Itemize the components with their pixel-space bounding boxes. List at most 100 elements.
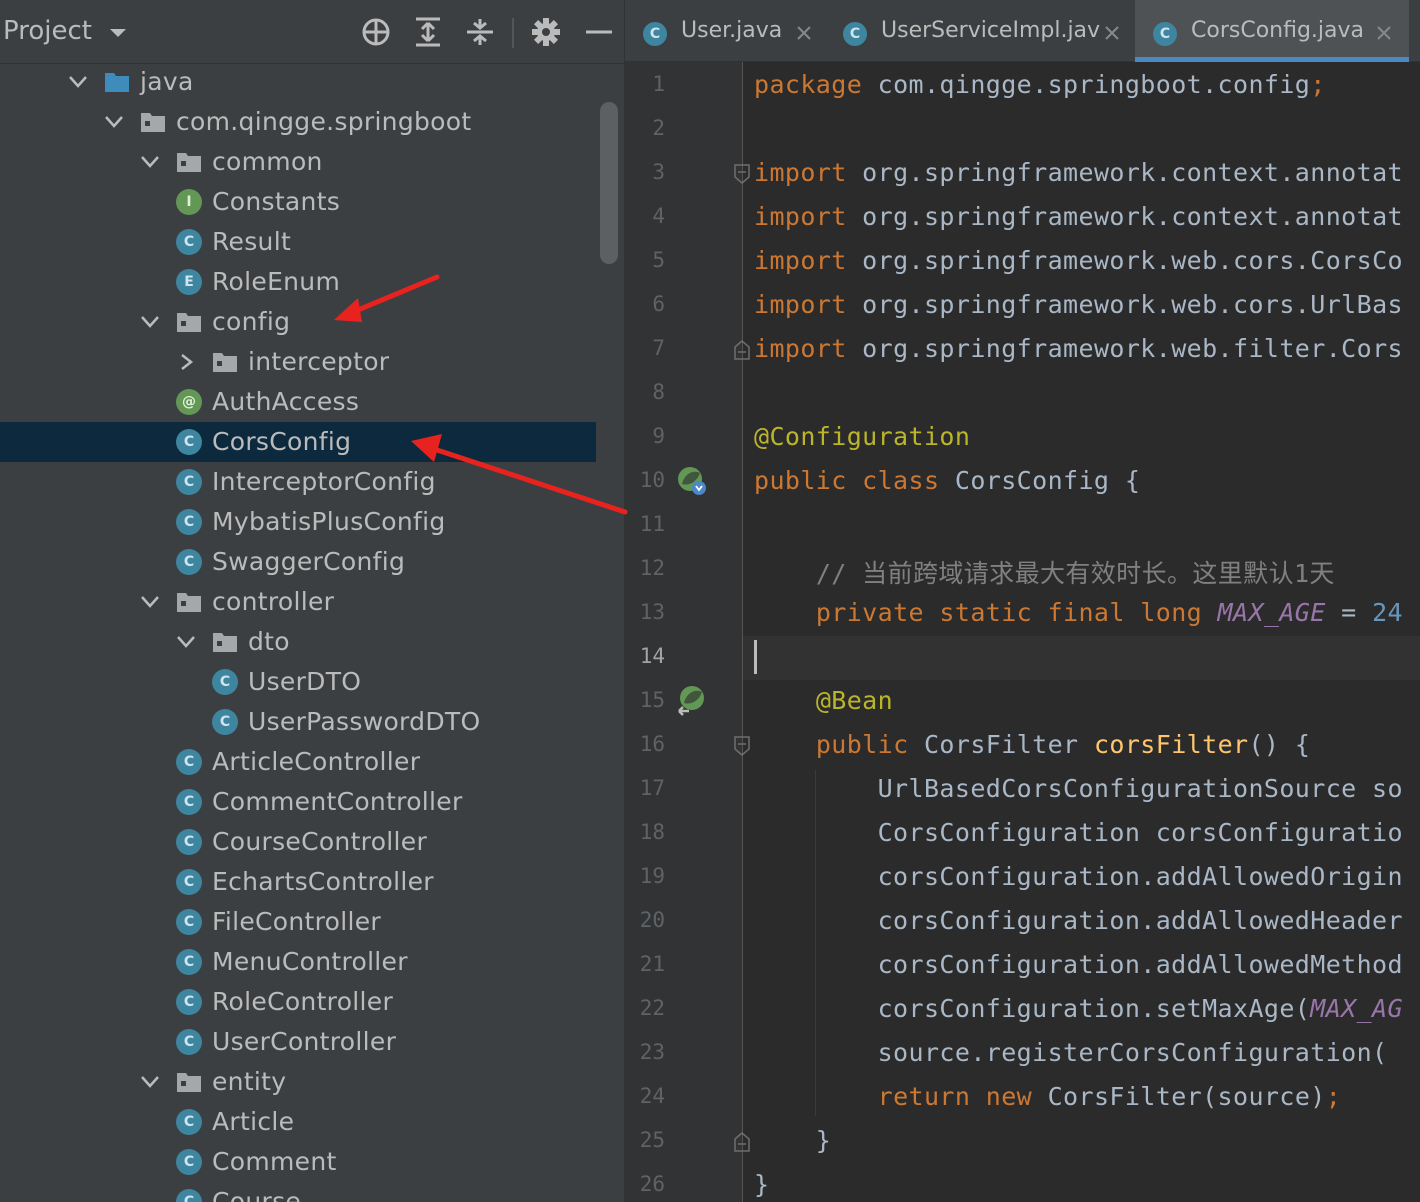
project-panel-title[interactable]: Project (3, 16, 92, 46)
tree-item-config[interactable]: config (0, 302, 596, 342)
fold-end-icon[interactable] (733, 1131, 751, 1153)
gear-icon[interactable] (529, 15, 563, 49)
tab-label: User.java (681, 18, 783, 43)
tab-corsconfig-java[interactable]: C CorsConfig.java (1135, 0, 1409, 62)
tree-item-label: common (212, 147, 323, 176)
toolbar-separator (512, 18, 514, 48)
tree-item-label: InterceptorConfig (212, 467, 436, 496)
tree-item-comment[interactable]: C Comment (0, 1142, 596, 1182)
chevron-down-icon[interactable] (176, 634, 196, 650)
line-number: 4 (652, 204, 665, 228)
tree-item-common[interactable]: common (0, 142, 596, 182)
tree-item-coursecontroller[interactable]: C CourseController (0, 822, 596, 862)
spring-bean-icon[interactable] (675, 684, 709, 718)
minimize-icon[interactable] (582, 15, 616, 49)
class-icon: C (176, 1109, 202, 1135)
tree-item-interceptor[interactable]: interceptor (0, 342, 596, 382)
tree-item-interceptorconfig[interactable]: C InterceptorConfig (0, 462, 596, 502)
interface-icon: I (176, 189, 202, 215)
tree-item-label: Course (212, 1187, 302, 1202)
tree-item-label: UserDTO (248, 667, 362, 696)
chevron-down-icon[interactable] (68, 74, 88, 90)
tree-item-swaggerconfig[interactable]: C SwaggerConfig (0, 542, 596, 582)
tab-user-java[interactable]: C User.java (625, 0, 825, 62)
code-token: import (754, 158, 863, 187)
tree-item-usercontroller[interactable]: C UserController (0, 1022, 596, 1062)
tree-item-java[interactable]: java (0, 62, 596, 102)
tab-userserviceimpl-java[interactable]: C UserServiceImpl.jav (825, 0, 1135, 62)
chevron-down-icon[interactable] (108, 26, 128, 40)
chevron-down-icon[interactable] (140, 314, 160, 330)
tree-item-articlecontroller[interactable]: C ArticleController (0, 742, 596, 782)
code-token: MAX_AGE (1217, 598, 1326, 627)
chevron-down-icon[interactable] (140, 1074, 160, 1090)
tree-scrollbar[interactable] (600, 102, 618, 264)
tree-item-controller[interactable]: controller (0, 582, 596, 622)
tree-item-label: com.qingge.springboot (176, 107, 472, 136)
code-line: } (754, 1170, 769, 1199)
code-token: } (754, 1126, 832, 1155)
tree-item-article[interactable]: C Article (0, 1102, 596, 1142)
line-number: 24 (639, 1084, 665, 1108)
tree-item-commentcontroller[interactable]: C CommentController (0, 782, 596, 822)
line-number: 16 (639, 732, 665, 756)
tree-item-filecontroller[interactable]: C FileController (0, 902, 596, 942)
tree-item-result[interactable]: C Result (0, 222, 596, 262)
tree-item-menucontroller[interactable]: C MenuController (0, 942, 596, 982)
tree-item-dto[interactable]: dto (0, 622, 596, 662)
tree-item-userdto[interactable]: C UserDTO (0, 662, 596, 702)
code-token: org.springframework.web.cors.UrlBas (862, 290, 1403, 319)
chevron-down-icon[interactable] (140, 594, 160, 610)
close-icon[interactable] (1103, 24, 1121, 42)
tree-item-label: MenuController (212, 947, 408, 976)
class-icon: C (176, 229, 202, 255)
tree-item-course[interactable]: C Course (0, 1182, 596, 1202)
tree-item-rolecontroller[interactable]: C RoleController (0, 982, 596, 1022)
tree-item-mybatisplusconfig[interactable]: C MybatisPlusConfig (0, 502, 596, 542)
line-number: 6 (652, 292, 665, 316)
code-token: public (815, 730, 924, 759)
class-icon: C (176, 509, 202, 535)
class-icon: C (212, 669, 238, 695)
tree-item-entity[interactable]: entity (0, 1062, 596, 1102)
line-number: 22 (639, 996, 665, 1020)
collapse-all-icon[interactable] (463, 15, 497, 49)
class-icon: C (176, 429, 202, 455)
fold-start-icon[interactable] (733, 163, 751, 185)
tree-item-roleenum[interactable]: E RoleEnum (0, 262, 596, 302)
line-number: 20 (639, 908, 665, 932)
fold-start-icon[interactable] (733, 735, 751, 757)
class-icon: C (176, 1149, 202, 1175)
crosshair-icon[interactable] (359, 15, 393, 49)
tree-item-label: dto (248, 627, 290, 656)
tree-item-label: CommentController (212, 787, 463, 816)
code-token: return new (877, 1082, 1048, 1111)
chevron-down-icon[interactable] (104, 114, 124, 130)
class-icon: C (176, 909, 202, 935)
code-token: ; (1325, 1082, 1342, 1111)
class-icon: C (176, 1029, 202, 1055)
active-tab-underline (1135, 57, 1409, 62)
tree-item-com-qingge-springboot[interactable]: com.qingge.springboot (0, 102, 596, 142)
chevron-down-icon[interactable] (140, 154, 160, 170)
fold-end-icon[interactable] (733, 339, 751, 361)
close-icon[interactable] (1375, 24, 1393, 42)
close-icon[interactable] (795, 24, 813, 42)
editor-gutter[interactable] (625, 62, 742, 1202)
tree-item-authaccess[interactable]: @ AuthAccess (0, 382, 596, 422)
current-line-highlight (743, 636, 1420, 680)
expand-all-icon[interactable] (411, 15, 445, 49)
chevron-right-icon[interactable] (176, 354, 196, 370)
spring-bean-icon[interactable] (675, 464, 709, 498)
code-token: ; (1310, 70, 1326, 99)
line-number: 3 (652, 160, 665, 184)
tree-item-echartscontroller[interactable]: C EchartsController (0, 862, 596, 902)
tree-item-label: MybatisPlusConfig (212, 507, 446, 536)
tree-item-userpassworddto[interactable]: C UserPasswordDTO (0, 702, 596, 742)
folder-icon (177, 153, 201, 172)
code-editor: C User.java C UserServiceImpl.jav C Cors… (625, 0, 1420, 1202)
tree-item-corsconfig[interactable]: C CorsConfig (0, 422, 596, 462)
tree-item-constants[interactable]: I Constants (0, 182, 596, 222)
line-number: 17 (639, 776, 665, 800)
